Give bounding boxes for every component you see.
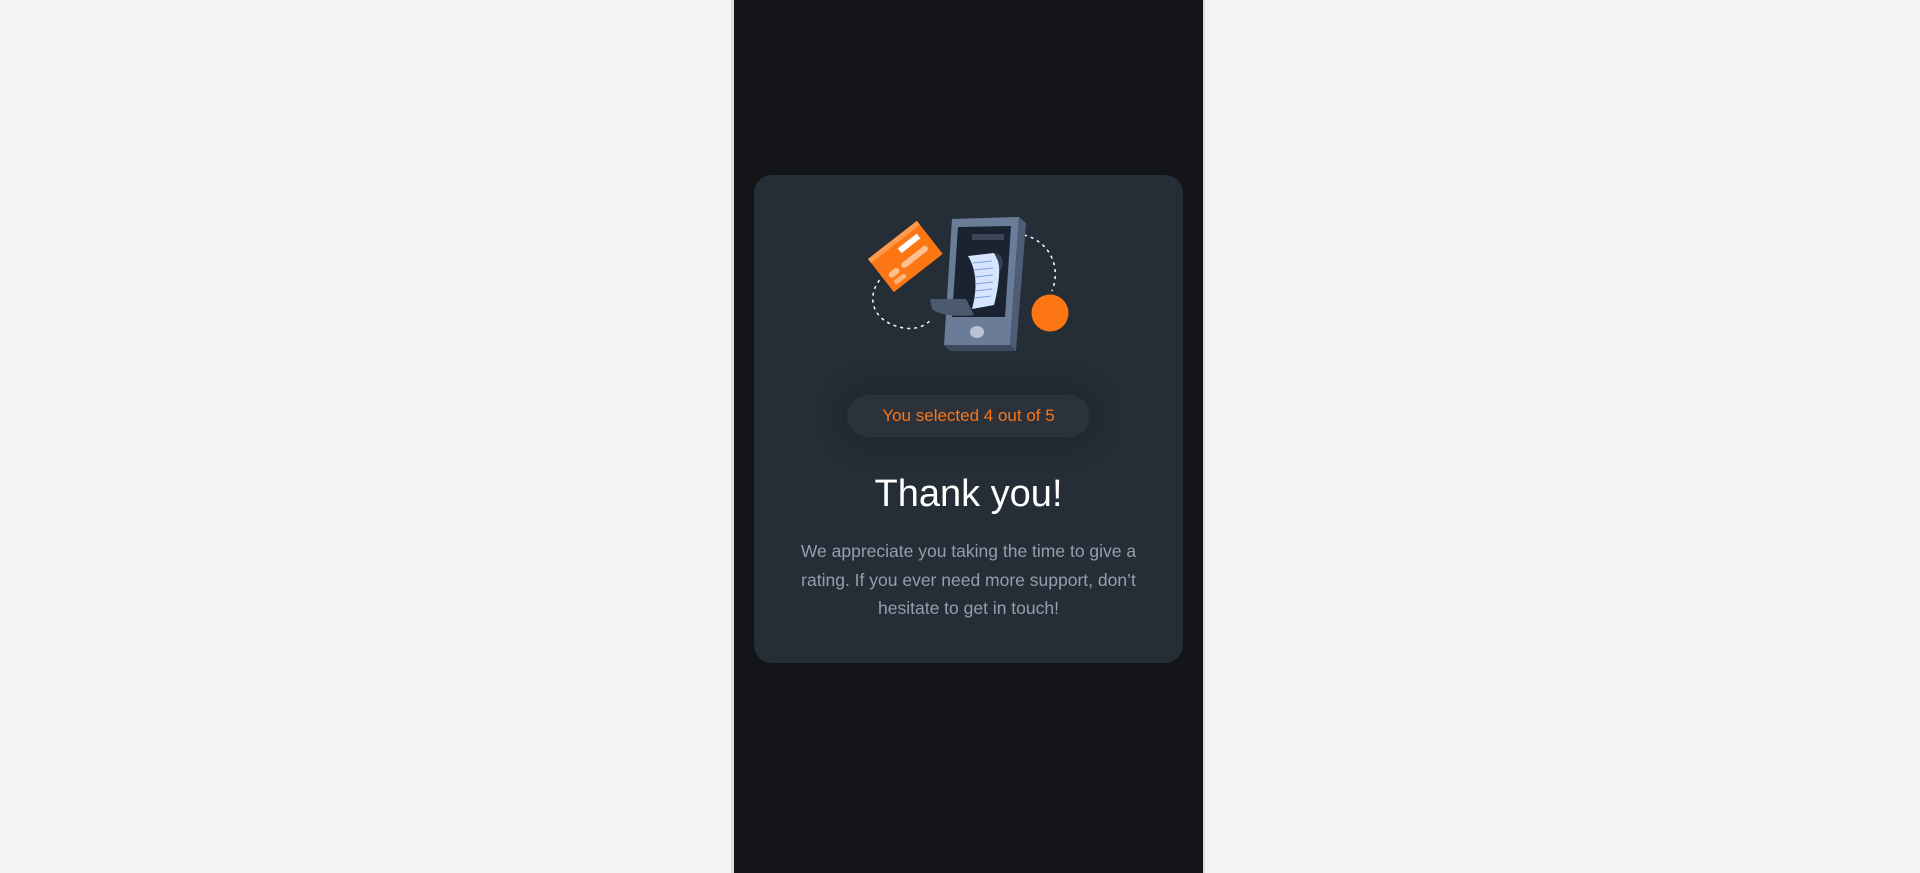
phone-payment-illustration-icon [866,213,1071,355]
phone-speaker [972,234,1004,240]
phone-home-button [970,326,984,338]
rating-selection-badge: You selected 4 out of 5 [847,395,1090,437]
app-viewport: You selected 4 out of 5 Thank you! We ap… [734,0,1203,873]
rating-selection-text: You selected 4 out of 5 [882,406,1055,425]
phone-bottom [944,345,1016,351]
thank-you-heading: Thank you! [874,473,1063,515]
thank-you-description: We appreciate you taking the time to giv… [800,541,1137,618]
orange-dot [1031,294,1069,332]
dashed-orbit-right [1023,234,1057,292]
thank-you-card: You selected 4 out of 5 Thank you! We ap… [754,175,1183,663]
illustration-graphic [868,217,1069,351]
